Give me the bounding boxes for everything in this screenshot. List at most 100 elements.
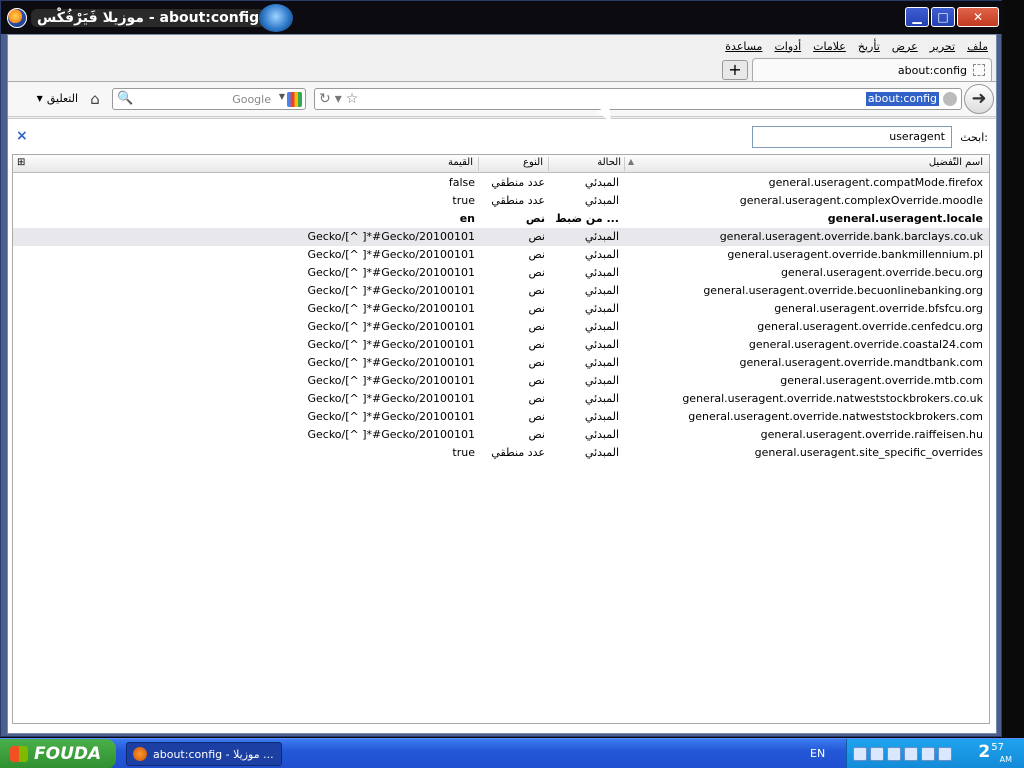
pref-value: Gecko/[^ ]*#Gecko/20100101 xyxy=(307,248,475,261)
security-icon[interactable] xyxy=(870,747,884,761)
clock-hour: 2 xyxy=(978,742,991,762)
menu-tools[interactable]: أدوات xyxy=(774,40,801,53)
pref-type: نص xyxy=(528,374,545,387)
menu-help[interactable]: مساعدة xyxy=(725,40,762,53)
pref-value: Gecko/[^ ]*#Gecko/20100101 xyxy=(307,392,475,405)
url-bar[interactable]: about:config ↻ ▾ ☆ xyxy=(314,88,962,110)
start-label: FOUDA xyxy=(34,744,102,764)
pref-status: المبدئي xyxy=(584,338,619,351)
table-row[interactable]: general.useragent.compatMode.firefox المب… xyxy=(13,174,989,192)
column-divider[interactable] xyxy=(624,157,625,171)
system-tray: 2 57 AM xyxy=(846,739,1024,768)
pref-value: Gecko/[^ ]*#Gecko/20100101 xyxy=(307,428,475,441)
table-row[interactable]: general.useragent.override.coastal24.com… xyxy=(13,336,989,354)
home-icon[interactable]: ⌂ xyxy=(86,90,104,108)
pref-type: نص xyxy=(528,266,545,279)
table-row[interactable]: general.useragent.override.raiffeisen.hu… xyxy=(13,426,989,444)
back-button[interactable]: ➜ xyxy=(964,84,994,114)
table-row[interactable]: general.useragent.override.natweststockb… xyxy=(13,390,989,408)
firefox-globe-icon xyxy=(259,4,294,32)
pref-type: نص xyxy=(528,356,545,369)
pref-status: المبدئي xyxy=(584,446,619,459)
menu-history[interactable]: تأريخ xyxy=(858,40,880,53)
column-header-value[interactable]: القيمة xyxy=(448,157,473,168)
table-row[interactable]: general.useragent.override.mandtbank.com… xyxy=(13,354,989,372)
menu-bookmarks[interactable]: علامات xyxy=(813,40,846,53)
pref-name: general.useragent.site_specific_override… xyxy=(754,446,983,459)
minimize-button[interactable]: ▁ xyxy=(905,7,929,27)
filter-input[interactable]: useragent xyxy=(752,126,952,148)
reload-icon[interactable]: ↻ xyxy=(319,91,331,107)
clear-filter-icon[interactable]: × xyxy=(16,128,28,144)
url-text[interactable]: about:config xyxy=(865,92,939,106)
pref-value: en xyxy=(459,212,475,225)
pref-type: عدد منطقي xyxy=(491,176,545,189)
pref-status: المبدئي xyxy=(584,266,619,279)
menu-view[interactable]: عرض xyxy=(892,40,918,53)
clock[interactable]: 2 57 AM xyxy=(978,742,1012,764)
filter-label: ابحث: xyxy=(960,131,988,144)
table-row[interactable]: general.useragent.override.bankmillenniu… xyxy=(13,246,989,264)
engine-dropdown-icon[interactable]: ▼ xyxy=(279,92,285,101)
pref-name: general.useragent.override.becu.org xyxy=(780,266,983,279)
column-header-status[interactable]: الحالة xyxy=(597,157,621,168)
pref-value: Gecko/[^ ]*#Gecko/20100101 xyxy=(307,230,475,243)
table-row[interactable]: general.useragent.override.becu.org المبد… xyxy=(13,264,989,282)
column-header-type[interactable]: النوع xyxy=(523,157,543,168)
table-row[interactable]: general.useragent.override.becuonlineban… xyxy=(13,282,989,300)
taskbar-item-firefox[interactable]: about:config - موزيلا ... xyxy=(126,742,282,766)
url-bar-actions: ↻ ▾ ☆ xyxy=(319,91,358,107)
feedback-button[interactable]: التعليق ▼ xyxy=(37,92,78,105)
window-controls: ▁ □ ✕ xyxy=(905,7,999,27)
filter-row: ابحث: useragent × xyxy=(12,126,990,150)
maximize-button[interactable]: □ xyxy=(931,7,955,27)
close-button[interactable]: ✕ xyxy=(957,7,999,27)
pref-name: general.useragent.override.mandtbank.com xyxy=(739,356,983,369)
taskbar: FOUDA about:config - موزيلا ... EN 2 57 … xyxy=(0,738,1024,768)
network-icon[interactable] xyxy=(853,747,867,761)
bookmark-star-icon[interactable]: ☆ xyxy=(346,91,359,107)
search-bar[interactable]: ▼ Google 🔍 xyxy=(112,88,306,110)
update-icon[interactable] xyxy=(887,747,901,761)
title-bar[interactable]: موزيلا فَيَرْفُكْس - about:config ▁ □ ✕ xyxy=(1,1,1003,34)
display-icon[interactable] xyxy=(904,747,918,761)
menubar: ملف تحرير عرض تأريخ علامات أدوات مساعدة xyxy=(8,35,996,57)
pref-status: المبدئي xyxy=(584,284,619,297)
search-placeholder: Google xyxy=(232,93,271,106)
column-divider[interactable] xyxy=(478,157,479,171)
table-row[interactable]: general.useragent.locale من ضبط ... نص en xyxy=(13,210,989,228)
arrow-right-icon: ➜ xyxy=(971,88,987,109)
pref-value: Gecko/[^ ]*#Gecko/20100101 xyxy=(307,356,475,369)
table-body: general.useragent.compatMode.firefox المب… xyxy=(13,174,989,462)
globe-icon xyxy=(943,92,957,106)
search-icon[interactable]: 🔍 xyxy=(117,91,133,106)
table-row[interactable]: general.useragent.override.natweststockb… xyxy=(13,408,989,426)
column-picker-icon[interactable]: ⊞ xyxy=(17,157,25,168)
table-row[interactable]: general.useragent.complexOverride.moodle… xyxy=(13,192,989,210)
dropdown-icon[interactable]: ▾ xyxy=(335,91,342,107)
table-row[interactable]: general.useragent.override.bfsfcu.org الم… xyxy=(13,300,989,318)
monitor-icon[interactable] xyxy=(921,747,935,761)
new-tab-button[interactable]: + xyxy=(722,60,748,80)
table-row[interactable]: general.useragent.override.mtb.com المبدئ… xyxy=(13,372,989,390)
column-divider[interactable] xyxy=(548,157,549,171)
pref-name: general.useragent.override.coastal24.com xyxy=(748,338,983,351)
table-row[interactable]: general.useragent.override.bank.barclays… xyxy=(13,228,989,246)
pref-type: نص xyxy=(528,248,545,261)
menu-edit[interactable]: تحرير xyxy=(930,40,955,53)
pref-type: نص xyxy=(528,302,545,315)
column-header-name[interactable]: اسم التّفضيل xyxy=(929,157,983,168)
tab-about-config[interactable]: about:config xyxy=(752,58,992,81)
start-button[interactable]: FOUDA xyxy=(0,739,116,768)
language-indicator[interactable]: EN xyxy=(810,747,825,760)
pref-status: المبدئي xyxy=(584,230,619,243)
table-row[interactable]: general.useragent.site_specific_override… xyxy=(13,444,989,462)
tools-icon[interactable] xyxy=(938,747,952,761)
pref-name: general.useragent.compatMode.firefox xyxy=(768,176,983,189)
menu-file[interactable]: ملف xyxy=(967,40,988,53)
google-engine-icon[interactable] xyxy=(287,92,302,107)
pref-name: general.useragent.override.cenfedcu.org xyxy=(757,320,983,333)
table-row[interactable]: general.useragent.override.cenfedcu.org ا… xyxy=(13,318,989,336)
pref-status: المبدئي xyxy=(584,374,619,387)
chevron-down-icon: ▼ xyxy=(36,94,43,103)
